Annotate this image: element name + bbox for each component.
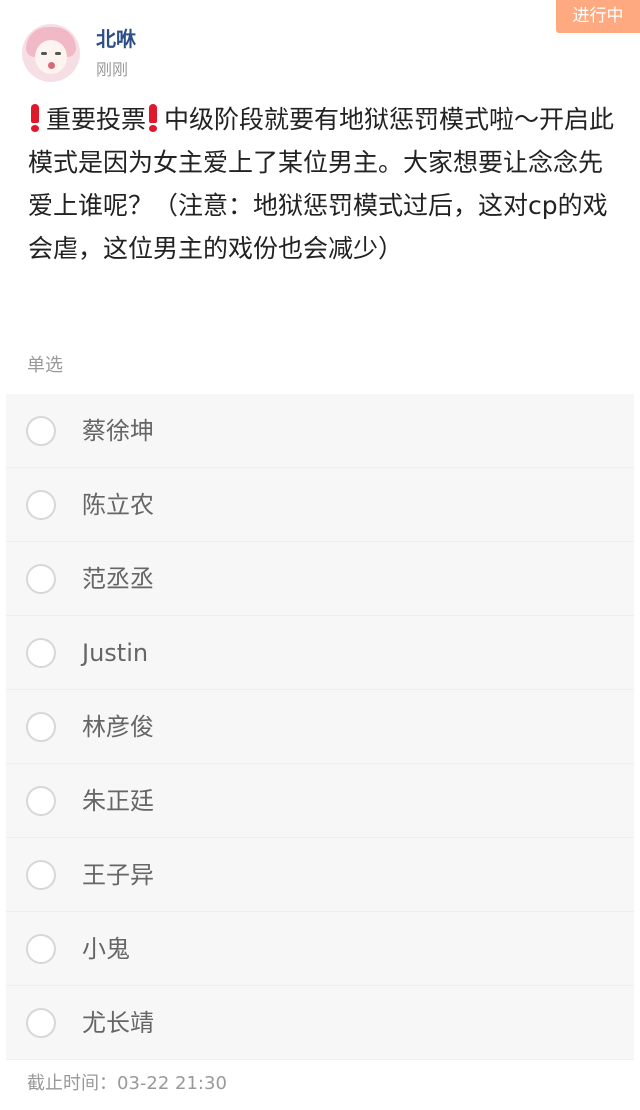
post-header: 北咻 刚刚 bbox=[22, 20, 136, 86]
user-meta: 北咻 刚刚 bbox=[96, 26, 136, 80]
exclamation-icon bbox=[30, 104, 40, 132]
vote-option-label: 蔡徐坤 bbox=[82, 416, 154, 445]
vote-option[interactable]: 尤长靖 bbox=[6, 986, 634, 1060]
radio-button[interactable] bbox=[26, 711, 56, 742]
radio-button[interactable] bbox=[26, 859, 56, 890]
radio-button[interactable] bbox=[26, 637, 56, 668]
vote-option[interactable]: 王子异 bbox=[6, 838, 634, 912]
vote-option-label: Justin bbox=[82, 638, 149, 667]
vote-option[interactable]: 林彦俊 bbox=[6, 690, 634, 764]
post-content: 重要投票 中级阶段就要有地狱惩罚模式啦～开启此模式是因为女主爱上了某位男主。大家想… bbox=[28, 98, 618, 270]
vote-option[interactable]: 朱正廷 bbox=[6, 764, 634, 838]
vote-option[interactable]: 陈立农 bbox=[6, 468, 634, 542]
radio-button[interactable] bbox=[26, 933, 56, 964]
vote-option[interactable]: 范丞丞 bbox=[6, 542, 634, 616]
vote-option[interactable]: Justin bbox=[6, 616, 634, 690]
status-badge: 进行中 bbox=[556, 0, 640, 33]
post-time: 刚刚 bbox=[96, 60, 129, 79]
username[interactable]: 北咻 bbox=[96, 26, 136, 52]
vote-option[interactable]: 蔡徐坤 bbox=[6, 394, 634, 468]
radio-button[interactable] bbox=[26, 415, 56, 446]
avatar-eye-left bbox=[41, 52, 47, 55]
radio-button[interactable] bbox=[26, 785, 56, 816]
vote-type-label: 单选 bbox=[27, 355, 63, 376]
vote-option-label: 朱正廷 bbox=[82, 786, 154, 815]
vote-deadline: 截止时间：03-22 21:30 bbox=[27, 1073, 227, 1094]
avatar[interactable] bbox=[22, 24, 80, 82]
radio-button[interactable] bbox=[26, 1007, 56, 1038]
vote-option-label: 林彦俊 bbox=[82, 712, 154, 741]
vote-option-label: 王子异 bbox=[82, 860, 154, 889]
vote-option[interactable]: 小鬼 bbox=[6, 912, 634, 986]
vote-post-card: 进行中 北咻 刚刚 重要投票 中级阶段就要有地狱惩罚模式啦～开启此模式是因为女主爱… bbox=[0, 0, 640, 1110]
vote-option-label: 陈立农 bbox=[82, 490, 154, 519]
vote-options-list: 蔡徐坤 陈立农 范丞丞 Justin 林彦俊 朱正廷 王子异 小鬼 尤长靖 bbox=[0, 394, 640, 1060]
vote-option-label: 小鬼 bbox=[82, 934, 130, 963]
vote-option-label: 尤长靖 bbox=[82, 1008, 154, 1037]
radio-button[interactable] bbox=[26, 489, 56, 520]
radio-button[interactable] bbox=[26, 563, 56, 594]
exclamation-icon bbox=[148, 104, 158, 132]
avatar-eye-right bbox=[55, 52, 61, 55]
vote-option-label: 范丞丞 bbox=[82, 564, 154, 593]
avatar-mouth bbox=[48, 62, 55, 69]
post-title-text: 重要投票 bbox=[46, 105, 147, 134]
